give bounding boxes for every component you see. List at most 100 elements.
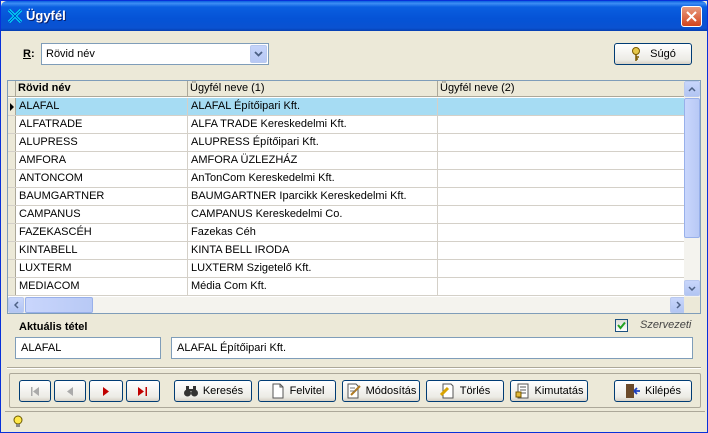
cell-name-2[interactable] bbox=[438, 188, 686, 205]
filter-select-value: Rövid név bbox=[46, 48, 95, 60]
previous-record-button[interactable] bbox=[54, 380, 86, 402]
cell-name-2[interactable] bbox=[438, 134, 686, 151]
cell-name-2[interactable] bbox=[438, 260, 686, 277]
last-record-button[interactable] bbox=[126, 380, 160, 402]
close-button[interactable] bbox=[681, 6, 702, 27]
chevron-up-icon bbox=[688, 86, 696, 92]
organization-checkbox[interactable] bbox=[615, 319, 628, 332]
row-indicator[interactable] bbox=[8, 278, 16, 295]
cell-name-2[interactable] bbox=[438, 278, 686, 295]
current-full-name-field[interactable]: ALAFAL Építőipari Kft. bbox=[171, 337, 693, 359]
arrow-left-icon bbox=[67, 386, 73, 396]
lightbulb-icon bbox=[13, 415, 23, 427]
row-indicator[interactable] bbox=[8, 206, 16, 223]
row-indicator[interactable] bbox=[8, 98, 16, 115]
column-header-name-1[interactable]: Ügyfél neve (1) bbox=[188, 81, 438, 97]
cell-short-name[interactable]: BAUMGARTNER bbox=[16, 188, 188, 205]
row-indicator[interactable] bbox=[8, 152, 16, 169]
filter-select[interactable]: Rövid név bbox=[41, 43, 269, 65]
horizontal-scrollbar[interactable] bbox=[8, 297, 686, 313]
column-header-short-name[interactable]: Rövid név bbox=[16, 81, 188, 97]
search-button[interactable]: Keresés bbox=[174, 380, 252, 402]
delete-button-label: Törlés bbox=[459, 385, 491, 397]
delete-button[interactable]: Törlés bbox=[426, 380, 504, 402]
edit-button[interactable]: Módosítás bbox=[342, 380, 420, 402]
table-row[interactable]: MEDIACOM Média Com Kft. bbox=[8, 278, 686, 296]
cell-short-name[interactable]: ALAFAL bbox=[16, 98, 188, 115]
table-row[interactable]: AMFORA AMFORA ÜZLEZHÁZ bbox=[8, 152, 686, 170]
cell-short-name[interactable]: MEDIACOM bbox=[16, 278, 188, 295]
table-row[interactable]: ALAFAL ALAFAL Építőipari Kft. bbox=[8, 98, 686, 116]
scroll-down-button[interactable] bbox=[684, 280, 700, 296]
row-indicator-header bbox=[8, 81, 16, 96]
cell-name-2[interactable] bbox=[438, 152, 686, 169]
vertical-scroll-thumb[interactable] bbox=[684, 98, 700, 238]
current-short-name-field[interactable]: ALAFAL bbox=[15, 337, 161, 359]
cell-name-2[interactable] bbox=[438, 116, 686, 133]
row-indicator[interactable] bbox=[8, 116, 16, 133]
next-record-button[interactable] bbox=[89, 380, 123, 402]
scroll-up-button[interactable] bbox=[684, 81, 700, 97]
dropdown-button[interactable] bbox=[250, 45, 267, 63]
first-record-button[interactable] bbox=[19, 380, 51, 402]
chevron-left-icon bbox=[13, 301, 19, 309]
row-indicator[interactable] bbox=[8, 242, 16, 259]
horizontal-scroll-thumb[interactable] bbox=[25, 297, 93, 313]
cell-name-1[interactable]: BAUMGARTNER Iparcikk Kereskedelmi Kft. bbox=[188, 188, 438, 205]
help-button[interactable]: Súgó bbox=[614, 43, 692, 65]
skip-first-icon bbox=[31, 386, 39, 396]
chevron-right-icon bbox=[675, 301, 681, 309]
cell-name-1[interactable]: AMFORA ÜZLEZHÁZ bbox=[188, 152, 438, 169]
table-row[interactable]: BAUMGARTNER BAUMGARTNER Iparcikk Keresked… bbox=[8, 188, 686, 206]
table-row[interactable]: CAMPANUS CAMPANUS Kereskedelmi Co. bbox=[8, 206, 686, 224]
report-button[interactable]: Kimutatás bbox=[510, 380, 588, 402]
scrollbar-corner bbox=[684, 297, 700, 313]
current-record-label: Aktuális tétel bbox=[19, 321, 88, 333]
cell-name-1[interactable]: LUXTERM Szigetelő Kft. bbox=[188, 260, 438, 277]
cell-name-1[interactable]: ALAFAL Építőipari Kft. bbox=[188, 98, 438, 115]
cell-name-2[interactable] bbox=[438, 224, 686, 241]
add-button[interactable]: Felvitel bbox=[258, 380, 336, 402]
cell-name-2[interactable] bbox=[438, 98, 686, 115]
row-indicator[interactable] bbox=[8, 188, 16, 205]
cell-short-name[interactable]: LUXTERM bbox=[16, 260, 188, 277]
cell-short-name[interactable]: ALUPRESS bbox=[16, 134, 188, 151]
table-row[interactable]: ALUPRESS ALUPRESS Építőipari Kft. bbox=[8, 134, 686, 152]
scroll-left-button[interactable] bbox=[8, 297, 24, 313]
title-bar[interactable]: Ügyfél bbox=[1, 1, 707, 31]
cell-name-1[interactable]: ALFA TRADE Kereskedelmi Kft. bbox=[188, 116, 438, 133]
cell-name-1[interactable]: Fazekas Céh bbox=[188, 224, 438, 241]
column-header-name-2[interactable]: Ügyfél neve (2) bbox=[438, 81, 686, 97]
add-button-label: Felvitel bbox=[289, 385, 325, 397]
chevron-down-icon bbox=[688, 285, 696, 291]
cell-short-name[interactable]: AMFORA bbox=[16, 152, 188, 169]
exit-button[interactable]: Kilépés bbox=[614, 380, 692, 402]
table-row[interactable]: KINTABELL KINTA BELL IRODA bbox=[8, 242, 686, 260]
cell-name-2[interactable] bbox=[438, 242, 686, 259]
cell-name-1[interactable]: ALUPRESS Építőipari Kft. bbox=[188, 134, 438, 151]
row-indicator[interactable] bbox=[8, 170, 16, 187]
key-icon bbox=[632, 47, 641, 61]
vertical-scrollbar[interactable] bbox=[684, 81, 700, 297]
cell-name-1[interactable]: CAMPANUS Kereskedelmi Co. bbox=[188, 206, 438, 223]
table-row[interactable]: ALFATRADE ALFA TRADE Kereskedelmi Kft. bbox=[8, 116, 686, 134]
cell-short-name[interactable]: ALFATRADE bbox=[16, 116, 188, 133]
cell-short-name[interactable]: FAZEKASCÉH bbox=[16, 224, 188, 241]
table-row[interactable]: FAZEKASCÉH Fazekas Céh bbox=[8, 224, 686, 242]
row-indicator[interactable] bbox=[8, 260, 16, 277]
customer-grid[interactable]: Rövid név Ügyfél neve (1) Ügyfél neve (2… bbox=[7, 80, 701, 314]
table-row[interactable]: ANTONCOM AnTonCom Kereskedelmi Kft. bbox=[8, 170, 686, 188]
chevron-down-icon bbox=[254, 51, 263, 57]
cell-name-1[interactable]: KINTA BELL IRODA bbox=[188, 242, 438, 259]
cell-name-2[interactable] bbox=[438, 206, 686, 223]
cell-short-name[interactable]: KINTABELL bbox=[16, 242, 188, 259]
cell-short-name[interactable]: CAMPANUS bbox=[16, 206, 188, 223]
row-indicator[interactable] bbox=[8, 224, 16, 241]
cell-name-1[interactable]: Média Com Kft. bbox=[188, 278, 438, 295]
status-bar bbox=[5, 411, 705, 430]
cell-short-name[interactable]: ANTONCOM bbox=[16, 170, 188, 187]
cell-name-1[interactable]: AnTonCom Kereskedelmi Kft. bbox=[188, 170, 438, 187]
row-indicator[interactable] bbox=[8, 134, 16, 151]
table-row[interactable]: LUXTERM LUXTERM Szigetelő Kft. bbox=[8, 260, 686, 278]
cell-name-2[interactable] bbox=[438, 170, 686, 187]
